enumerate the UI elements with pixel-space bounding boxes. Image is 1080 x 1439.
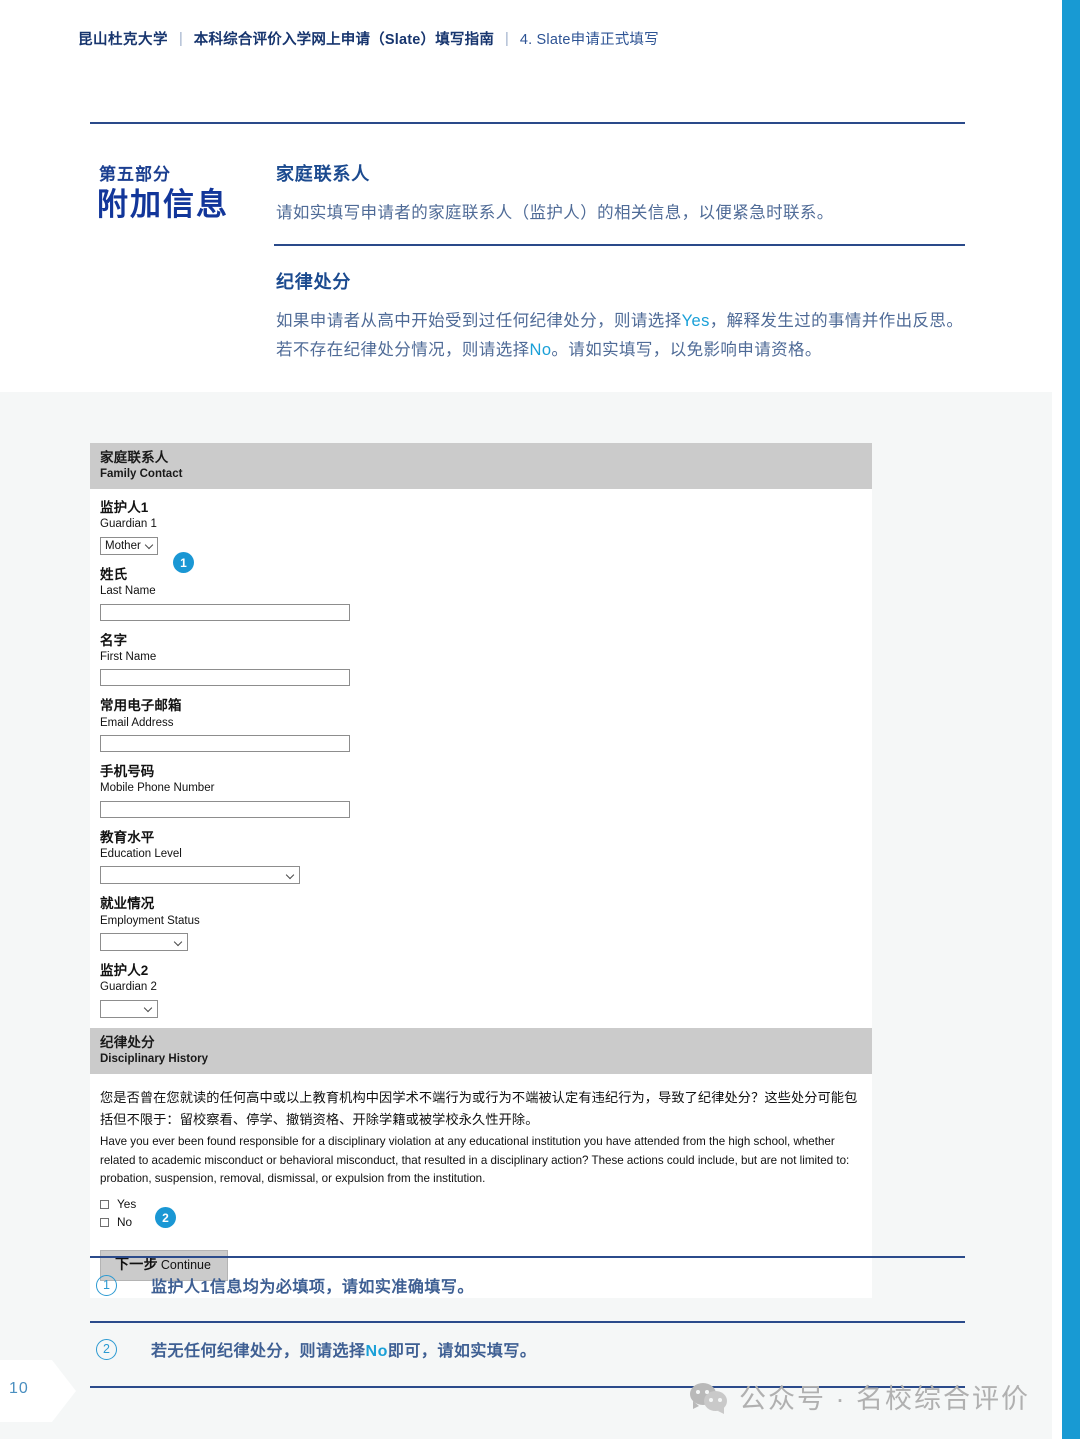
- field-education-label-en: Education Level: [100, 847, 182, 860]
- field-email-label-zh: 常用电子邮箱: [100, 698, 182, 714]
- section-bar-disciplinary-zh: 纪律处分: [100, 1034, 155, 1050]
- section-bar-family-contact-en: Family Contact: [100, 467, 183, 480]
- field-guardian-2-label-zh: 监护人2: [100, 963, 149, 979]
- field-last-name-label-en: Last Name: [100, 585, 156, 598]
- intro-heading-family-contact: 家庭联系人: [276, 164, 370, 184]
- first-name-input[interactable]: [100, 669, 350, 687]
- divider-mid: [274, 244, 965, 246]
- field-employment-label-zh: 就业情况: [100, 896, 155, 912]
- right-edge-blue-strip: [1062, 0, 1080, 1439]
- chevron-down-icon: [144, 1004, 153, 1013]
- field-first-name-label-en: First Name: [100, 650, 157, 663]
- page-title: 附加信息: [97, 187, 229, 222]
- footnote-divider-1: [90, 1256, 965, 1258]
- breadcrumb-item-current: 4. Slate申请正式填写: [519, 32, 659, 48]
- guardian-1-value: Mother: [105, 539, 141, 552]
- page-root: 昆山杜克大学 | 本科综合评价入学网上申请（Slate）填写指南 | 4. Sl…: [0, 0, 1080, 1439]
- guardian-1-select[interactable]: Mother: [100, 536, 158, 555]
- intro-disc-text-1: 如果申请者从高中开始受到过任何纪律处分，则请选择: [276, 312, 682, 330]
- education-level-select[interactable]: [100, 866, 300, 885]
- field-mobile-label-zh: 手机号码: [100, 764, 155, 780]
- page-number: 10: [9, 1380, 29, 1397]
- field-guardian-2-label-en: Guardian 2: [100, 981, 157, 994]
- breadcrumb: 昆山杜克大学 | 本科综合评价入学网上申请（Slate）填写指南 | 4. Sl…: [78, 28, 659, 49]
- footnote-2-highlight-no: No: [365, 1343, 388, 1360]
- wechat-icon: [690, 1382, 730, 1414]
- section-bar-disciplinary-en: Disciplinary History: [100, 1052, 209, 1065]
- section-bar-family-contact-zh: 家庭联系人: [100, 450, 169, 465]
- breadcrumb-brand: 昆山杜克大学: [78, 32, 168, 48]
- footnote-2-text-part-1: 若无任何纪律处分，则请选择: [151, 1343, 366, 1360]
- choice-yes[interactable]: Yes: [100, 1196, 862, 1212]
- breadcrumb-separator-1: |: [179, 30, 183, 47]
- guardian-2-select[interactable]: [100, 999, 158, 1018]
- intro-disciplinary: 纪律处分 如果申请者从高中开始受到过任何纪律处分，则请选择Yes，解释发生过的事…: [276, 268, 968, 366]
- field-employment-status: 就业情况 Employment Status: [100, 896, 872, 952]
- footnote-1: 1 监护人1信息均为必填项，请如实准确填写。: [96, 1273, 474, 1297]
- breadcrumb-item-guide: 本科综合评价入学网上申请（Slate）填写指南: [193, 32, 495, 48]
- disciplinary-question-zh: 您是否曾在您就读的任何高中或以上教育机构中因学术不端行为或行为不端被认定有违纪行…: [100, 1090, 858, 1127]
- section-kicker: 第五部分: [99, 165, 171, 184]
- field-mobile-label-en: Mobile Phone Number: [100, 782, 215, 795]
- field-first-name-label-zh: 名字: [100, 632, 128, 648]
- checkbox-yes-icon[interactable]: [100, 1199, 109, 1209]
- footnote-1-text-part-1: 监护人1信息均为必填项，请如实准确填写。: [151, 1279, 474, 1296]
- last-name-input[interactable]: [100, 603, 350, 621]
- employment-status-select[interactable]: [100, 933, 188, 952]
- field-education-level: 教育水平 Education Level: [100, 830, 872, 885]
- footnote-2-text: 若无任何纪律处分，则请选择No即可，请如实填写。: [151, 1337, 536, 1361]
- checkbox-no-icon[interactable]: [100, 1217, 109, 1227]
- chevron-down-icon: [174, 938, 183, 947]
- chevron-down-icon: [145, 541, 154, 550]
- intro-disc-highlight-no: No: [529, 341, 552, 360]
- field-guardian-1: 监护人1 Guardian 1 Mother 1: [100, 500, 872, 574]
- field-guardian-1-label-zh: 监护人1: [100, 500, 149, 516]
- wechat-watermark: 公众号 · 名校综合评价: [690, 1377, 1030, 1416]
- field-mobile-phone: 手机号码 Mobile Phone Number: [100, 764, 872, 818]
- intro-heading-disciplinary: 纪律处分: [276, 272, 352, 292]
- disciplinary-body: 您是否曾在您就读的任何高中或以上教育机构中因学术不端行为或行为不端被认定有违纪行…: [90, 1074, 872, 1230]
- breadcrumb-separator-2: |: [505, 30, 509, 47]
- wechat-watermark-text: 公众号 · 名校综合评价: [739, 1384, 1030, 1414]
- mobile-phone-input[interactable]: [100, 800, 350, 818]
- field-first-name: 名字 First Name: [100, 633, 872, 687]
- chevron-down-icon: [286, 871, 295, 880]
- intro-family-contact: 家庭联系人 请如实填写申请者的家庭联系人（监护人）的相关信息，以便紧急时联系。: [276, 160, 968, 228]
- footnote-2-number: 2: [96, 1338, 117, 1360]
- field-email-label-en: Email Address: [100, 716, 174, 729]
- field-employment-label-en: Employment Status: [100, 914, 200, 927]
- field-last-name-label-zh: 姓氏: [100, 566, 128, 582]
- email-input[interactable]: [100, 735, 350, 753]
- disciplinary-choices: Yes No 2: [100, 1196, 862, 1230]
- disciplinary-question-en: Have you ever been found responsible for…: [100, 1134, 850, 1186]
- footnote-2-text-part-2: 即可，请如实填写。: [387, 1343, 537, 1360]
- divider-top: [90, 122, 965, 124]
- choice-yes-label: Yes: [117, 1197, 137, 1212]
- field-guardian-1-label-en: Guardian 1: [100, 518, 157, 531]
- field-last-name: 姓氏 Last Name: [100, 567, 872, 621]
- intro-body-disciplinary: 如果申请者从高中开始受到过任何纪律处分，则请选择Yes，解释发生过的事情并作出反…: [276, 307, 968, 366]
- footnote-1-text: 监护人1信息均为必填项，请如实准确填写。: [151, 1273, 474, 1297]
- choice-no-label: No: [117, 1215, 133, 1230]
- footnote-1-number: 1: [96, 1274, 117, 1296]
- family-contact-fields: 监护人1 Guardian 1 Mother 1 姓氏 Last Name 名字…: [90, 489, 872, 1018]
- section-bar-family-contact: 家庭联系人 Family Contact: [90, 443, 872, 490]
- intro-disc-highlight-yes: Yes: [681, 312, 710, 330]
- field-guardian-2: 监护人2 Guardian 2: [100, 963, 872, 1018]
- continue-button-zh: 下一步: [115, 1256, 158, 1273]
- footnote-divider-2: [90, 1321, 965, 1323]
- intro-body-family-contact: 请如实填写申请者的家庭联系人（监护人）的相关信息，以便紧急时联系。: [276, 204, 834, 222]
- section-bar-disciplinary: 纪律处分 Disciplinary History: [90, 1027, 872, 1075]
- intro-disc-text-3: 。请如实填写，以免影响申请资格。: [551, 341, 822, 360]
- field-education-label-zh: 教育水平: [100, 829, 155, 845]
- choice-no[interactable]: No: [100, 1214, 862, 1230]
- field-email-address: 常用电子邮箱 Email Address: [100, 698, 872, 753]
- continue-button-en: Continue: [160, 1258, 211, 1273]
- footnote-2: 2 若无任何纪律处分，则请选择No即可，请如实填写。: [96, 1337, 536, 1361]
- edge-gap: [1052, 0, 1062, 1439]
- form-screenshot-panel: 家庭联系人 Family Contact 监护人1 Guardian 1 Mot…: [90, 443, 872, 1298]
